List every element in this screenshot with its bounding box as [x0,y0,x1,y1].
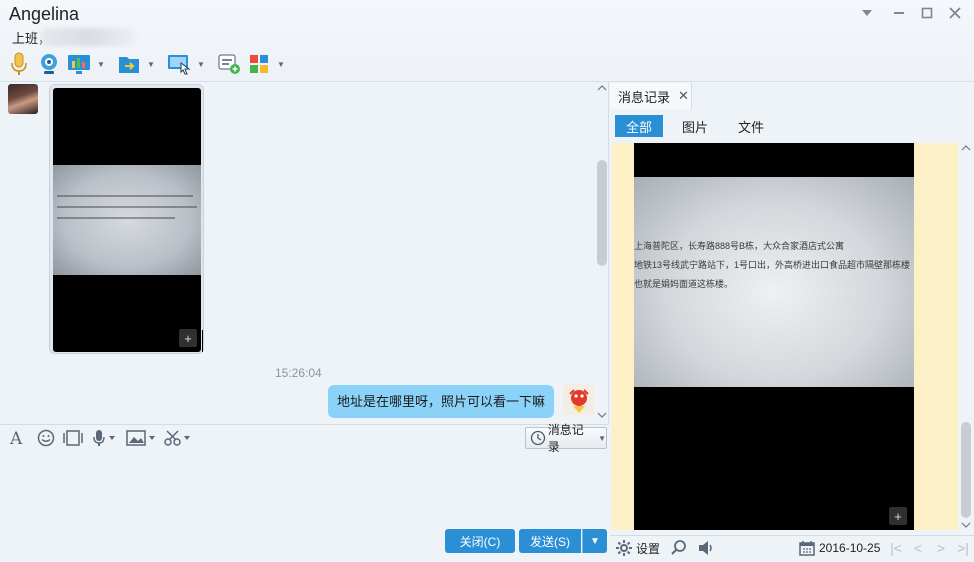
settings-button[interactable]: 设置 [615,539,660,557]
date-label: 2016-10-25 [819,541,881,555]
apps-icon[interactable] [246,51,272,77]
close-window-icon[interactable] [946,5,964,21]
speaker-icon[interactable] [697,539,715,557]
remote-assist-icon[interactable] [166,51,192,77]
font-icon[interactable]: A [9,428,27,448]
minimize-icon[interactable] [890,5,908,21]
send-options-dropdown-icon[interactable]: ▼ [582,529,607,553]
gif-icon[interactable] [63,428,83,448]
emoji-icon[interactable] [37,428,55,448]
video-call-icon[interactable] [36,51,62,77]
voice-call-icon[interactable] [6,51,32,77]
received-photo[interactable]: + [53,88,201,352]
filter-all[interactable]: 全部 [615,115,663,137]
message-timestamp: 15:26:04 [275,366,322,380]
blurred-status-text [40,28,136,46]
gear-icon [616,540,632,556]
tab-message-history[interactable]: 消息记录 ✕ [610,83,692,109]
previous-page-icon[interactable]: < [909,539,927,557]
apps-dropdown-icon[interactable]: ▼ [276,60,286,69]
image-icon[interactable] [126,428,158,448]
screen-share-icon[interactable] [66,51,92,77]
screen-share-dropdown-icon[interactable]: ▼ [96,60,106,69]
send-button[interactable]: 发送(S) [519,529,581,553]
settings-label: 设置 [636,541,661,556]
tab-message-history-label: 消息记录 [618,89,671,105]
zoom-in-icon[interactable]: + [179,329,197,347]
photo-paper-area [53,165,201,275]
contact-avatar[interactable] [8,84,38,114]
contact-name: Angelina [9,4,80,24]
history-photo[interactable]: 上海普陀区，长寿路888号B栋，大众合家酒店式公寓 地铁13号线武宁路站下，1号… [634,143,914,530]
next-page-icon[interactable]: > [932,539,950,557]
photo-text-line: 地铁13号线武宁路站下，1号口出，外高桥进出口食品超市隔壁那栋楼 [634,260,911,270]
screenshot-scissors-icon[interactable] [163,428,195,448]
photo-text-line: 上海普陀区，长寿路888号B栋，大众合家酒店式公寓 [634,241,845,251]
maximize-icon[interactable] [918,5,936,21]
calendar-icon [799,541,815,556]
photo-text-line: 也就是娟妈面道这栋楼。 [634,279,734,289]
new-discussion-icon[interactable] [216,51,242,77]
close-tab-icon[interactable]: ✕ [678,88,689,104]
history-photo-paper: 上海普陀区，长寿路888号B栋，大众合家酒店式公寓 地铁13号线武宁路站下，1号… [634,177,914,387]
message-history-button[interactable]: 消息记录 ▼ [525,423,607,454]
history-zoom-in-icon[interactable]: + [889,507,907,525]
outgoing-message-bubble: 地址是在哪里呀，照片可以看一下嘛 [328,385,555,418]
message-history-label: 消息记录 [547,423,584,454]
dropdown-menu-icon[interactable] [858,5,876,21]
svg-text:A: A [9,429,23,447]
clock-icon [530,430,546,446]
history-dropdown-icon[interactable]: ▼ [598,434,606,443]
close-button[interactable]: 关闭(C) [445,529,515,553]
my-avatar[interactable] [563,384,594,415]
last-page-icon[interactable]: >| [954,539,972,557]
voice-message-icon[interactable] [92,428,118,448]
history-scrollbar-thumb[interactable] [961,422,971,518]
send-file-dropdown-icon[interactable]: ▼ [146,60,156,69]
filter-files[interactable]: 文件 [728,115,774,137]
send-file-icon[interactable] [116,51,142,77]
first-page-icon[interactable]: |< [887,539,905,557]
search-icon[interactable] [670,539,688,557]
chat-scrollbar-thumb[interactable] [597,160,607,266]
date-picker[interactable]: 2016-10-25 [799,539,880,557]
message-input-area[interactable] [0,452,609,562]
chat-toolbar: ▼ ▼ ▼ ▼ [6,50,296,78]
remote-assist-dropdown-icon[interactable]: ▼ [196,60,206,69]
filter-images[interactable]: 图片 [672,115,718,137]
history-filter-bar [610,112,974,140]
text-cursor [202,330,203,352]
